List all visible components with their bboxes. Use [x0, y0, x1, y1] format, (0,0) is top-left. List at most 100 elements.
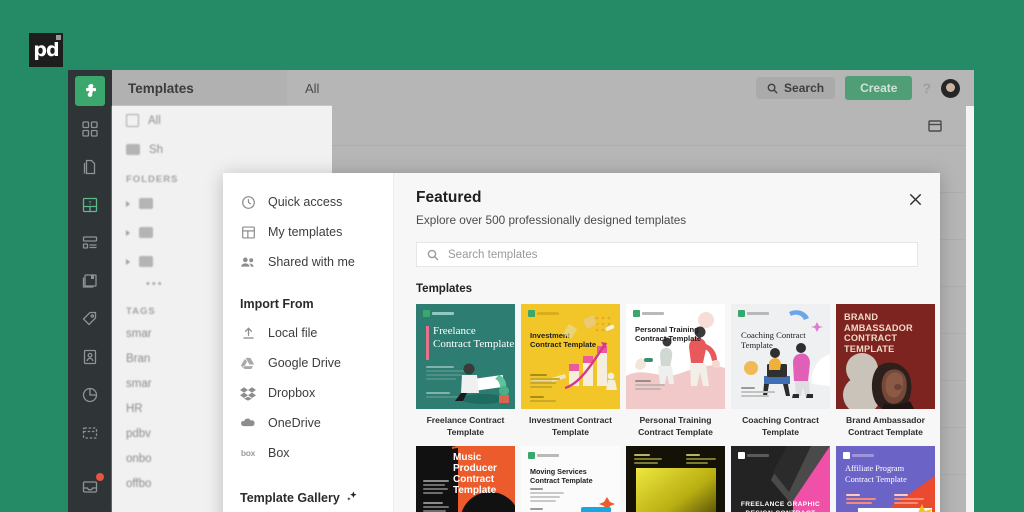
tab-all[interactable]: All — [287, 70, 319, 106]
pandadoc-mark-icon — [738, 310, 769, 317]
template-label: Coaching Contract Template — [742, 415, 819, 437]
thumbnail-lines — [530, 374, 560, 390]
nav-onedrive-label: OneDrive — [268, 416, 321, 430]
thumbnail-lines — [634, 454, 662, 466]
template-card[interactable]: Freelance Contract Template Freelance Co… — [416, 304, 515, 438]
people-icon — [240, 254, 256, 270]
upload-icon — [240, 325, 256, 341]
accent-bar — [426, 326, 429, 360]
modal-content: Featured Explore over 500 professionally… — [394, 173, 940, 512]
bg-right-edge — [966, 106, 974, 512]
top-bar-actions: Search Create ? — [756, 76, 974, 100]
all-templates-icon — [126, 114, 139, 127]
layout-icon — [928, 119, 942, 132]
thumbnail-title: FREELANCE GRAPHIC DESIGN CONTRACT TEMPLA… — [740, 500, 821, 512]
thumbnail-lines — [423, 480, 449, 496]
nav-my-templates-label: My templates — [268, 225, 343, 239]
rail-item-documents[interactable] — [75, 152, 105, 182]
create-button[interactable]: Create — [845, 76, 913, 100]
rail-item-inbox[interactable] — [75, 472, 105, 502]
avatar[interactable] — [941, 78, 960, 98]
template-grid-icon — [240, 224, 256, 240]
payments-icon — [82, 427, 98, 439]
thumbnail-title: Personal Training Contract Template — [635, 325, 702, 343]
top-bar: Templates All Search Create ? — [112, 70, 974, 106]
nav-local-file-label: Local file — [268, 326, 318, 340]
screenshot-root: pd T Templates All Search Create ? All S… — [0, 0, 1024, 512]
notification-badge — [96, 473, 104, 481]
thumbnail-lines — [423, 502, 449, 512]
tag-icon — [82, 311, 97, 326]
page-title: Templates — [112, 70, 287, 106]
illustration — [531, 315, 617, 390]
rail-item-catalog[interactable] — [75, 266, 105, 296]
thumbnail-lines — [741, 387, 775, 399]
help-icon[interactable]: ? — [922, 80, 931, 96]
nav-import-header: Import From — [240, 297, 314, 311]
search-button-label: Search — [784, 81, 825, 95]
nav-my-templates[interactable]: My templates — [223, 217, 393, 247]
search-templates-placeholder: Search templates — [448, 248, 538, 261]
illustration — [626, 312, 725, 409]
template-card[interactable]: Coaching Contract Template Coaching Cont… — [731, 304, 830, 438]
template-card[interactable]: Moving Services Contract Template — [521, 446, 620, 512]
folder-icon — [139, 198, 153, 209]
nav-template-gallery-header: Template Gallery — [223, 468, 393, 512]
template-card[interactable]: BRAND AMBASSADOR CONTRACT TEMPLATE Brand… — [836, 304, 935, 438]
reports-icon — [82, 387, 98, 403]
template-card[interactable]: FREELANCE GRAPHIC DESIGN CONTRACT TEMPLA… — [731, 446, 830, 512]
icon-rail: T — [68, 70, 112, 512]
template-card[interactable]: Outsourcing Services Contract Template O… — [626, 446, 725, 512]
nav-local-file[interactable]: Local file — [223, 318, 393, 348]
portrait-illustration — [843, 353, 914, 409]
rail-item-tags[interactable] — [75, 304, 105, 334]
thumbnail-lines — [530, 488, 564, 504]
thumbnail-title: Affiliate Program Contract Template — [845, 464, 907, 484]
bg-row-shared-label: Sh — [149, 143, 164, 156]
template-thumbnail: Personal Training Contract Template — [626, 304, 725, 409]
rail-item-forms[interactable] — [75, 228, 105, 258]
contacts-icon — [83, 349, 97, 365]
nav-box[interactable]: box Box — [223, 438, 393, 468]
nav-template-gallery-label: Template Gallery — [240, 491, 340, 505]
template-thumbnail: Outsourcing Services Contract Template — [626, 446, 725, 512]
inbox-icon — [82, 481, 98, 493]
template-card[interactable]: Investment Contract Template Investment … — [521, 304, 620, 438]
bg-row-all-label: All — [148, 114, 161, 127]
rail-item-grid[interactable] — [75, 114, 105, 144]
template-icon: T — [82, 197, 98, 213]
template-label: Brand Ambassador Contract Template — [846, 415, 925, 437]
thumbnail-title: Music Producer Contract Template — [453, 452, 497, 497]
template-label: Personal Training Contract Template — [638, 415, 713, 437]
search-templates-input[interactable]: Search templates — [416, 242, 918, 267]
template-thumbnail: Coaching Contract Template — [731, 304, 830, 409]
rail-item-reports[interactable] — [75, 380, 105, 410]
nav-shared-with-me[interactable]: Shared with me — [223, 247, 393, 277]
chevron-right-icon — [126, 229, 130, 236]
template-card[interactable]: Affiliate Program Contract Template Affi… — [836, 446, 935, 512]
rail-item-payments[interactable] — [75, 418, 105, 448]
search-button[interactable]: Search — [756, 77, 836, 99]
rail-item-templates[interactable]: T — [75, 190, 105, 220]
template-thumbnail: BRAND AMBASSADOR CONTRACT TEMPLATE — [836, 304, 935, 409]
rail-item-puzzle[interactable] — [75, 76, 105, 106]
rail-item-contacts[interactable] — [75, 342, 105, 372]
nav-google-drive[interactable]: Google Drive — [223, 348, 393, 378]
template-card[interactable]: Personal Training Contract Template Pers… — [626, 304, 725, 438]
pandadoc-mark-icon — [423, 310, 454, 317]
search-icon — [427, 249, 439, 260]
nav-dropbox[interactable]: Dropbox — [223, 378, 393, 408]
templates-grid: Freelance Contract Template Freelance Co… — [416, 304, 935, 512]
pandadoc-mark-icon — [528, 452, 559, 460]
nav-google-drive-label: Google Drive — [268, 356, 341, 370]
nav-quick-access-label: Quick access — [268, 195, 343, 209]
templates-section-label: Templates — [416, 283, 473, 295]
nav-quick-access[interactable]: Quick access — [223, 187, 393, 217]
onedrive-icon — [240, 415, 256, 431]
nav-onedrive[interactable]: OneDrive — [223, 408, 393, 438]
template-card[interactable]: Music Producer Contract Template Music P… — [416, 446, 515, 512]
form-icon — [82, 236, 98, 249]
thumbnail-title: Coaching Contract Template — [741, 330, 806, 351]
close-icon[interactable] — [906, 190, 924, 208]
chevron-right-icon — [126, 200, 130, 207]
